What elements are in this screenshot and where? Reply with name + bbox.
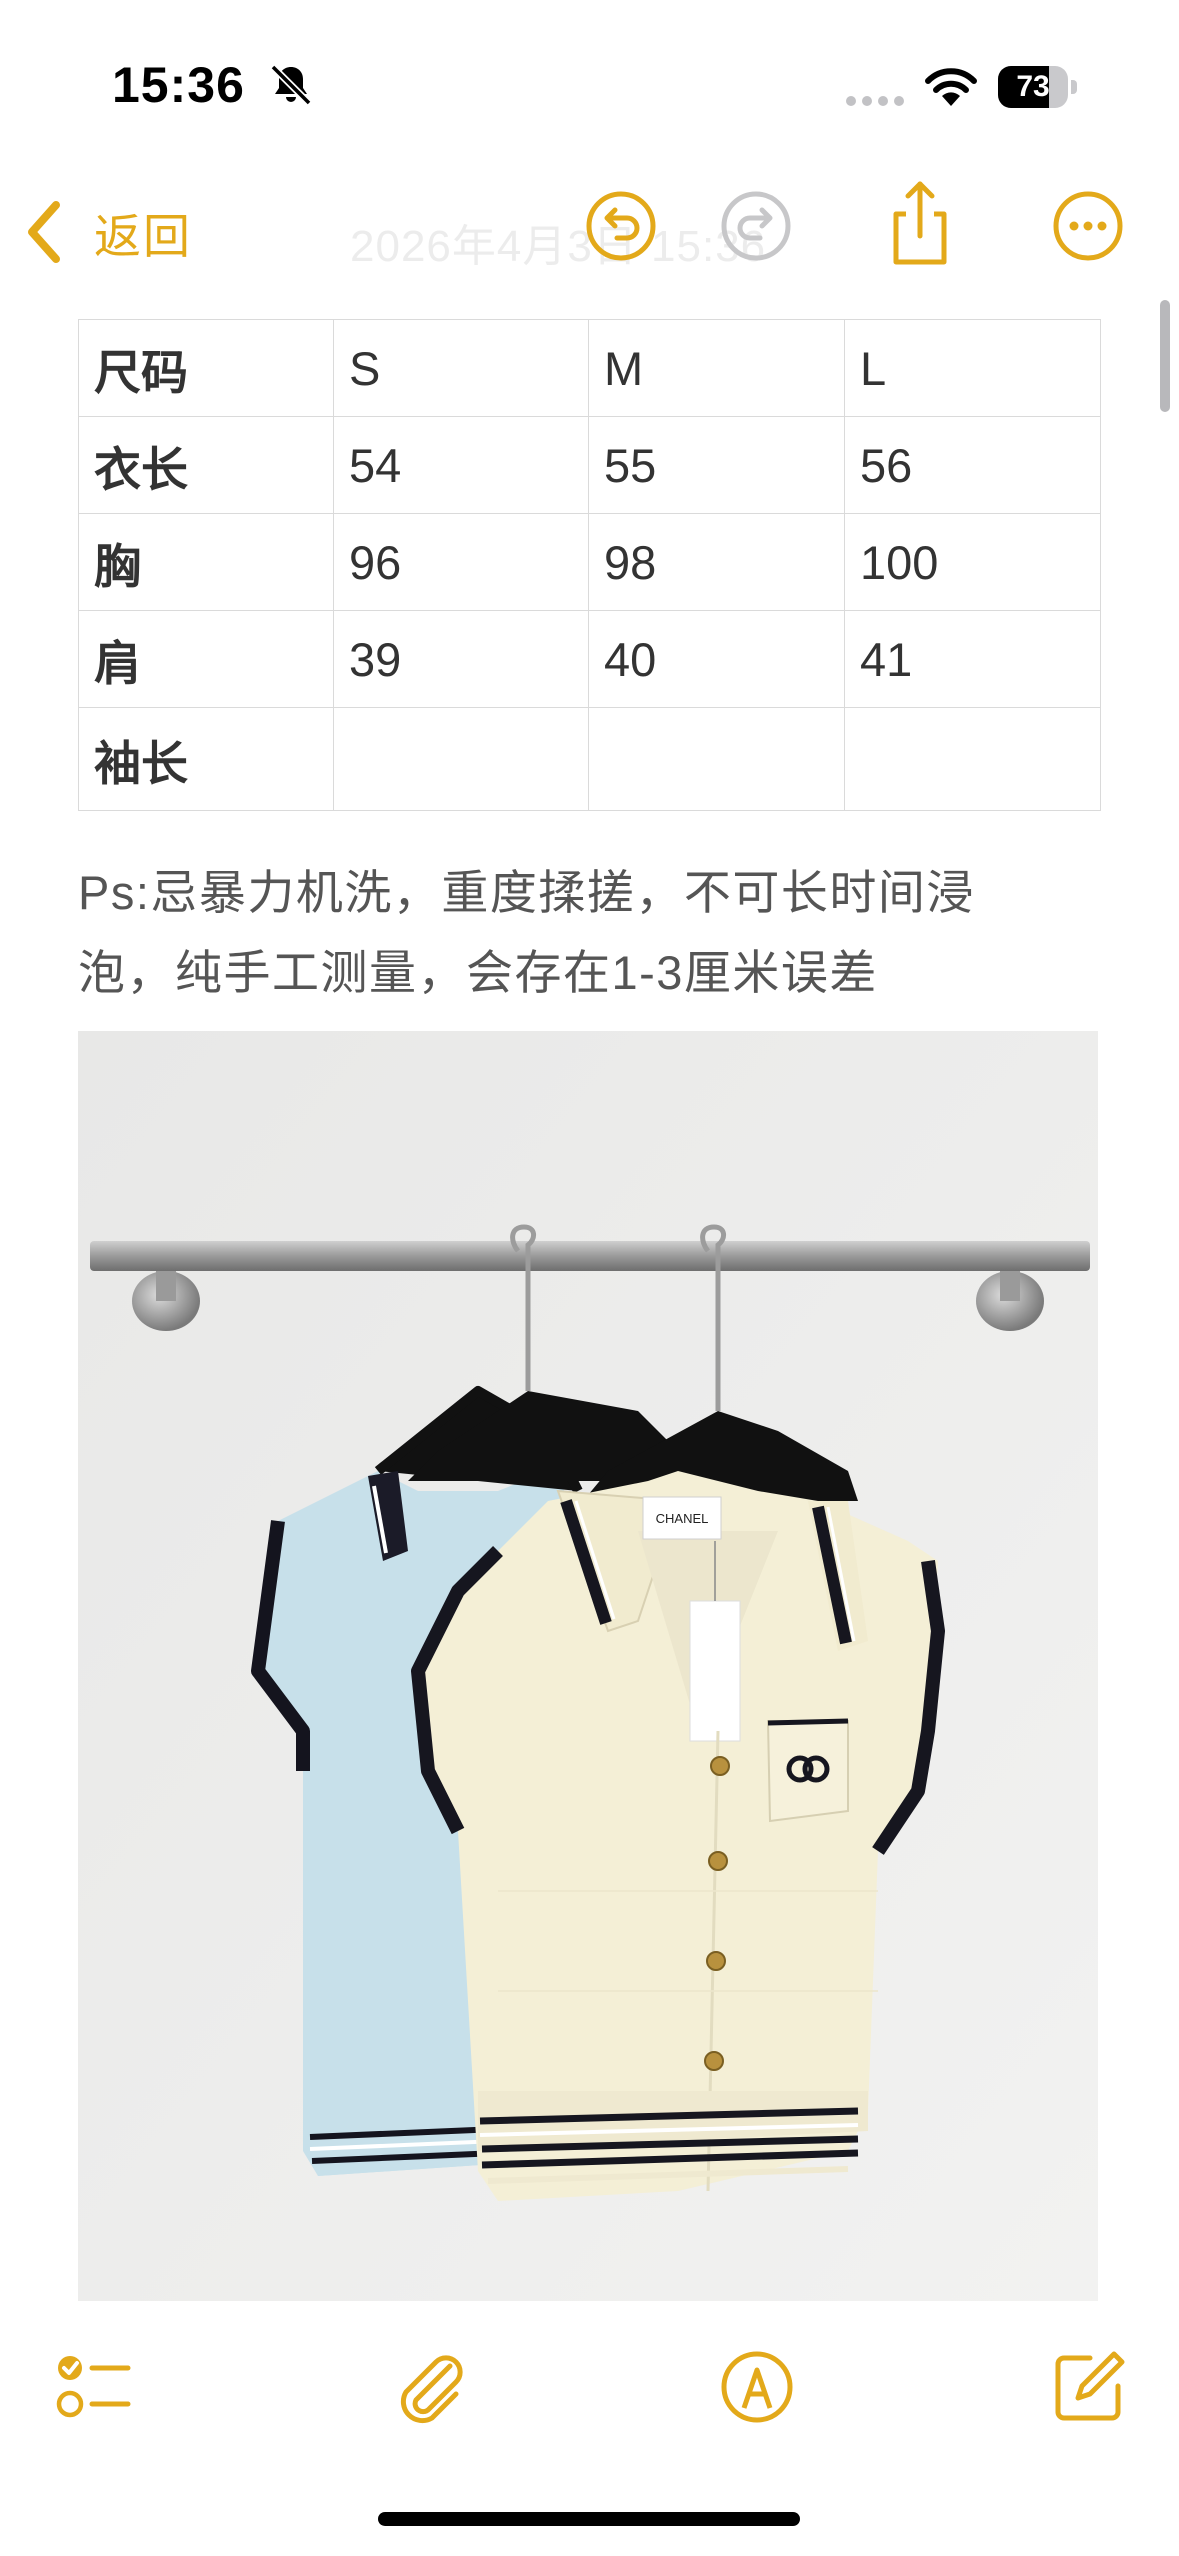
status-time: 15:36: [112, 57, 245, 113]
table-cell: 55: [588, 416, 845, 514]
size-table: 尺码 S M L 衣长 54 55 56 胸 96 98 100 肩 39 40…: [78, 319, 1101, 811]
redo-icon[interactable]: [718, 188, 794, 264]
back-label: 返回: [94, 209, 192, 263]
table-cell: M: [588, 319, 845, 417]
note-line: Ps:忌暴力机洗，重度揉搓，不可长时间浸: [78, 866, 975, 919]
more-icon[interactable]: [1050, 188, 1126, 264]
note-body-text[interactable]: Ps:忌暴力机洗，重度揉搓，不可长时间浸 泡，纯手工测量，会存在1-3厘米误差: [78, 853, 1108, 1013]
wifi-icon: [925, 68, 977, 106]
table-cell: 袖长: [78, 707, 334, 811]
table-row: 尺码 S M L: [78, 319, 1101, 417]
table-cell: 40: [588, 610, 845, 708]
table-cell: 100: [844, 513, 1101, 611]
table-row: 胸 96 98 100: [78, 513, 1101, 611]
nav-bar: 返回 2026年4月3日 15:36: [0, 170, 1179, 290]
product-photo[interactable]: CHANEL: [78, 1031, 1098, 2301]
share-icon[interactable]: [882, 178, 958, 268]
brand-label: CHANEL: [656, 1511, 709, 1526]
checklist-icon[interactable]: [54, 2348, 132, 2426]
paperclip-icon[interactable]: [390, 2348, 468, 2426]
compose-icon[interactable]: [1050, 2348, 1128, 2426]
table-cell: [844, 707, 1101, 811]
table-cell: [333, 707, 589, 811]
home-indicator[interactable]: [378, 2512, 800, 2526]
table-cell: 56: [844, 416, 1101, 514]
note-date-title: 2026年4月3日 15:36: [350, 222, 767, 271]
table-cell: 39: [333, 610, 589, 708]
table-cell: 肩: [78, 610, 334, 708]
bottom-toolbar: [0, 2330, 1179, 2440]
table-cell: 衣长: [78, 416, 334, 514]
table-cell: 41: [844, 610, 1101, 708]
table-row: 袖长: [78, 707, 1101, 811]
battery-level: 73: [1016, 70, 1050, 103]
back-button[interactable]: 返回: [22, 192, 192, 272]
table-row: 肩 39 40 41: [78, 610, 1101, 708]
notes-page: 15:36 73 返回 2026年4月3日 15:36 尺码 S M L 衣长 …: [0, 0, 1179, 2556]
markup-pen-icon[interactable]: [718, 2348, 796, 2426]
table-cell: 尺码: [78, 319, 334, 417]
table-cell: 胸: [78, 513, 334, 611]
battery-icon: 73: [998, 66, 1078, 108]
signal-dots-icon: [846, 96, 904, 106]
chevron-left-icon: [28, 201, 60, 263]
table-cell: L: [844, 319, 1101, 417]
table-row: 衣长 54 55 56: [78, 416, 1101, 514]
table-cell: 98: [588, 513, 845, 611]
bell-slash-icon: [270, 64, 312, 106]
undo-icon[interactable]: [583, 188, 659, 264]
table-cell: S: [333, 319, 589, 417]
table-cell: [588, 707, 845, 811]
table-cell: 54: [333, 416, 589, 514]
status-bar: 15:36 73: [0, 0, 1179, 150]
scroll-indicator[interactable]: [1160, 300, 1170, 412]
note-line: 泡，纯手工测量，会存在1-3厘米误差: [78, 946, 878, 999]
table-cell: 96: [333, 513, 589, 611]
